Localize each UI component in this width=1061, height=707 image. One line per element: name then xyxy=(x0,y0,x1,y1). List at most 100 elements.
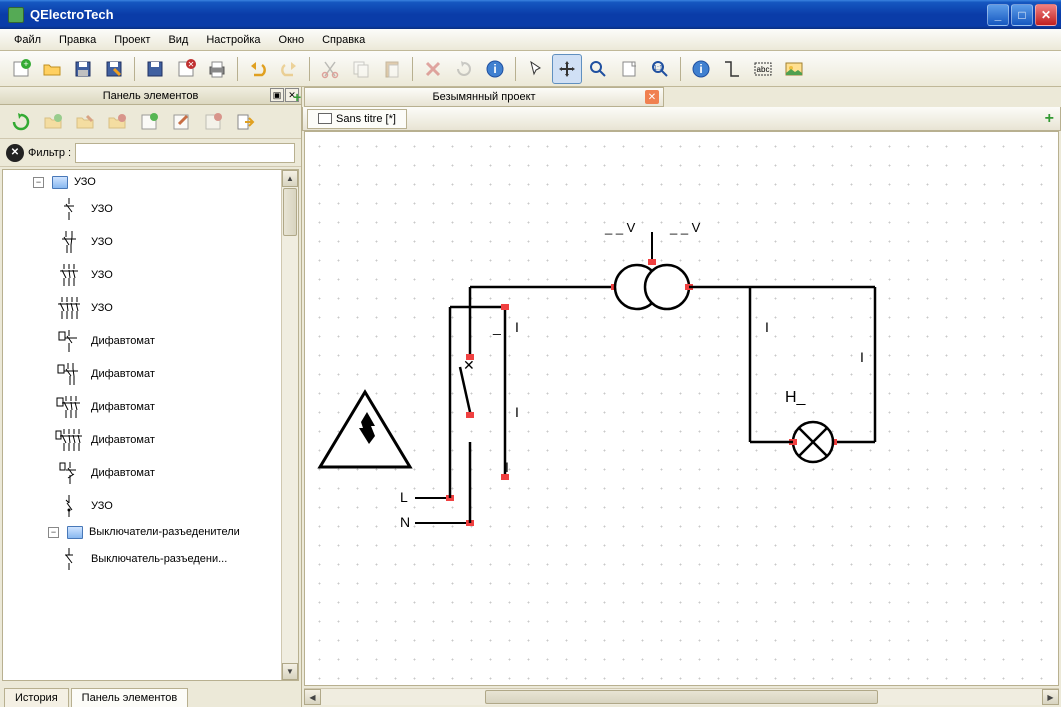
element-symbol-icon xyxy=(53,327,85,355)
tree-item[interactable]: Дифавтомат xyxy=(3,423,298,456)
collapse-icon[interactable]: − xyxy=(48,527,59,538)
tab-elements[interactable]: Панель элементов xyxy=(71,688,189,707)
tree-item[interactable]: Дифавтомат xyxy=(3,456,298,489)
cut-button[interactable] xyxy=(315,54,345,84)
document-tab[interactable]: Sans titre [*] xyxy=(307,109,407,129)
panel-toolbar xyxy=(0,105,301,139)
tree-item[interactable]: Дифавтомат xyxy=(3,390,298,423)
panel-newel-button[interactable] xyxy=(134,107,164,137)
window-close-button[interactable]: ✕ xyxy=(1035,4,1057,26)
hscroll-thumb[interactable] xyxy=(485,690,878,704)
menu-view[interactable]: Вид xyxy=(160,31,196,49)
text-tool[interactable]: abc xyxy=(748,54,778,84)
transformer-symbol[interactable] xyxy=(615,232,689,309)
tree-scrollbar[interactable]: ▲ ▼ xyxy=(281,170,298,680)
tree-folder-uzo[interactable]: − УЗО xyxy=(3,172,298,192)
svg-text:_: _ xyxy=(492,319,501,335)
menu-settings[interactable]: Настройка xyxy=(198,31,268,49)
wire-tool[interactable] xyxy=(717,54,747,84)
tree-item[interactable]: УЗО xyxy=(3,258,298,291)
zoom-tool[interactable] xyxy=(583,54,613,84)
tree-item[interactable]: УЗО xyxy=(3,192,298,225)
undo-button[interactable] xyxy=(243,54,273,84)
element-symbol-icon xyxy=(53,459,85,487)
canvas-hscroll[interactable]: ◀ ▶ xyxy=(304,688,1059,705)
panel-newfolder-button[interactable] xyxy=(38,107,68,137)
page-tool[interactable] xyxy=(614,54,644,84)
print-button[interactable] xyxy=(202,54,232,84)
copy-button[interactable] xyxy=(346,54,376,84)
folder-label: УЗО xyxy=(74,176,96,188)
lamp-symbol[interactable] xyxy=(793,422,833,462)
scroll-right-icon[interactable]: ▶ xyxy=(1042,689,1059,705)
filter-clear-icon[interactable]: ✕ xyxy=(6,144,24,162)
menu-help[interactable]: Справка xyxy=(314,31,373,49)
elements-tree[interactable]: − УЗО УЗО УЗО УЗО УЗО Дифавтомат Дифавто… xyxy=(2,169,299,681)
image-tool[interactable] xyxy=(779,54,809,84)
document-tab-row: Sans titre [*] + xyxy=(302,107,1061,131)
panel-title: Панель элементов xyxy=(103,90,199,102)
save2-button[interactable] xyxy=(140,54,170,84)
paste-button[interactable] xyxy=(377,54,407,84)
delete-button[interactable] xyxy=(418,54,448,84)
project-tab[interactable]: + Безымянный проект ✕ xyxy=(304,87,664,107)
menu-bar: Файл Правка Проект Вид Настройка Окно Сп… xyxy=(0,29,1061,51)
save-as-button[interactable] xyxy=(99,54,129,84)
menu-file[interactable]: Файл xyxy=(6,31,49,49)
add-document-tab-icon[interactable]: + xyxy=(1045,110,1054,128)
item-label: Дифавтомат xyxy=(91,467,155,479)
menu-window[interactable]: Окно xyxy=(271,31,313,49)
panel-import-button[interactable] xyxy=(230,107,260,137)
warning-symbol[interactable] xyxy=(320,392,410,467)
element-symbol-icon xyxy=(53,228,85,256)
scroll-down-icon[interactable]: ▼ xyxy=(282,663,298,680)
project-tab-label: Безымянный проект xyxy=(432,91,535,103)
add-project-icon[interactable]: + xyxy=(293,89,303,105)
tree-item[interactable]: УЗО xyxy=(3,489,298,522)
tab-history[interactable]: История xyxy=(4,688,69,707)
redo-button[interactable] xyxy=(274,54,304,84)
canvas-area: + Безымянный проект ✕ Sans titre [*] + xyxy=(302,87,1061,707)
new-button[interactable]: + xyxy=(6,54,36,84)
filter-input[interactable] xyxy=(75,143,295,163)
schematic-canvas[interactable]: L N ✕ xyxy=(304,131,1059,686)
tree-folder-switches[interactable]: − Выключатели-разъеденители xyxy=(3,522,298,542)
panel-delfolder-button[interactable] xyxy=(102,107,132,137)
move-tool[interactable] xyxy=(552,54,582,84)
pointer-tool[interactable] xyxy=(521,54,551,84)
label-I: I xyxy=(505,459,509,475)
element-symbol-icon xyxy=(53,492,85,520)
panel-editfolder-button[interactable] xyxy=(70,107,100,137)
tree-item[interactable]: Дифавтомат xyxy=(3,357,298,390)
menu-edit[interactable]: Правка xyxy=(51,31,104,49)
label-I: I xyxy=(860,349,864,365)
panel-detach-button[interactable]: ▣ xyxy=(270,88,284,102)
panel-editel-button[interactable] xyxy=(166,107,196,137)
collapse-icon[interactable]: − xyxy=(33,177,44,188)
close-doc-button[interactable]: ✕ xyxy=(171,54,201,84)
panel-header: Панель элементов ▣ ✕ xyxy=(0,87,301,105)
scroll-left-icon[interactable]: ◀ xyxy=(304,689,321,705)
close-project-tab-icon[interactable]: ✕ xyxy=(645,90,659,104)
window-maximize-button[interactable]: □ xyxy=(1011,4,1033,26)
info-button[interactable]: i xyxy=(480,54,510,84)
panel-delel-button[interactable] xyxy=(198,107,228,137)
info2-button[interactable]: i xyxy=(686,54,716,84)
label-I: I xyxy=(515,319,519,335)
item-label: УЗО xyxy=(91,236,113,248)
fit-tool[interactable]: 1:1 xyxy=(645,54,675,84)
tree-item[interactable]: Выключатель-разъедени... xyxy=(3,542,298,575)
switch-symbol[interactable]: ✕ xyxy=(460,287,475,523)
tree-item[interactable]: Дифавтомат xyxy=(3,324,298,357)
tree-item[interactable]: УЗО xyxy=(3,225,298,258)
scroll-thumb[interactable] xyxy=(283,188,297,236)
save-button[interactable] xyxy=(68,54,98,84)
panel-refresh-button[interactable] xyxy=(6,107,36,137)
rotate-button[interactable] xyxy=(449,54,479,84)
open-button[interactable] xyxy=(37,54,67,84)
filter-label: Фильтр : xyxy=(28,147,71,159)
tree-item[interactable]: УЗО xyxy=(3,291,298,324)
menu-project[interactable]: Проект xyxy=(106,31,158,49)
scroll-up-icon[interactable]: ▲ xyxy=(282,170,298,187)
window-minimize-button[interactable]: _ xyxy=(987,4,1009,26)
